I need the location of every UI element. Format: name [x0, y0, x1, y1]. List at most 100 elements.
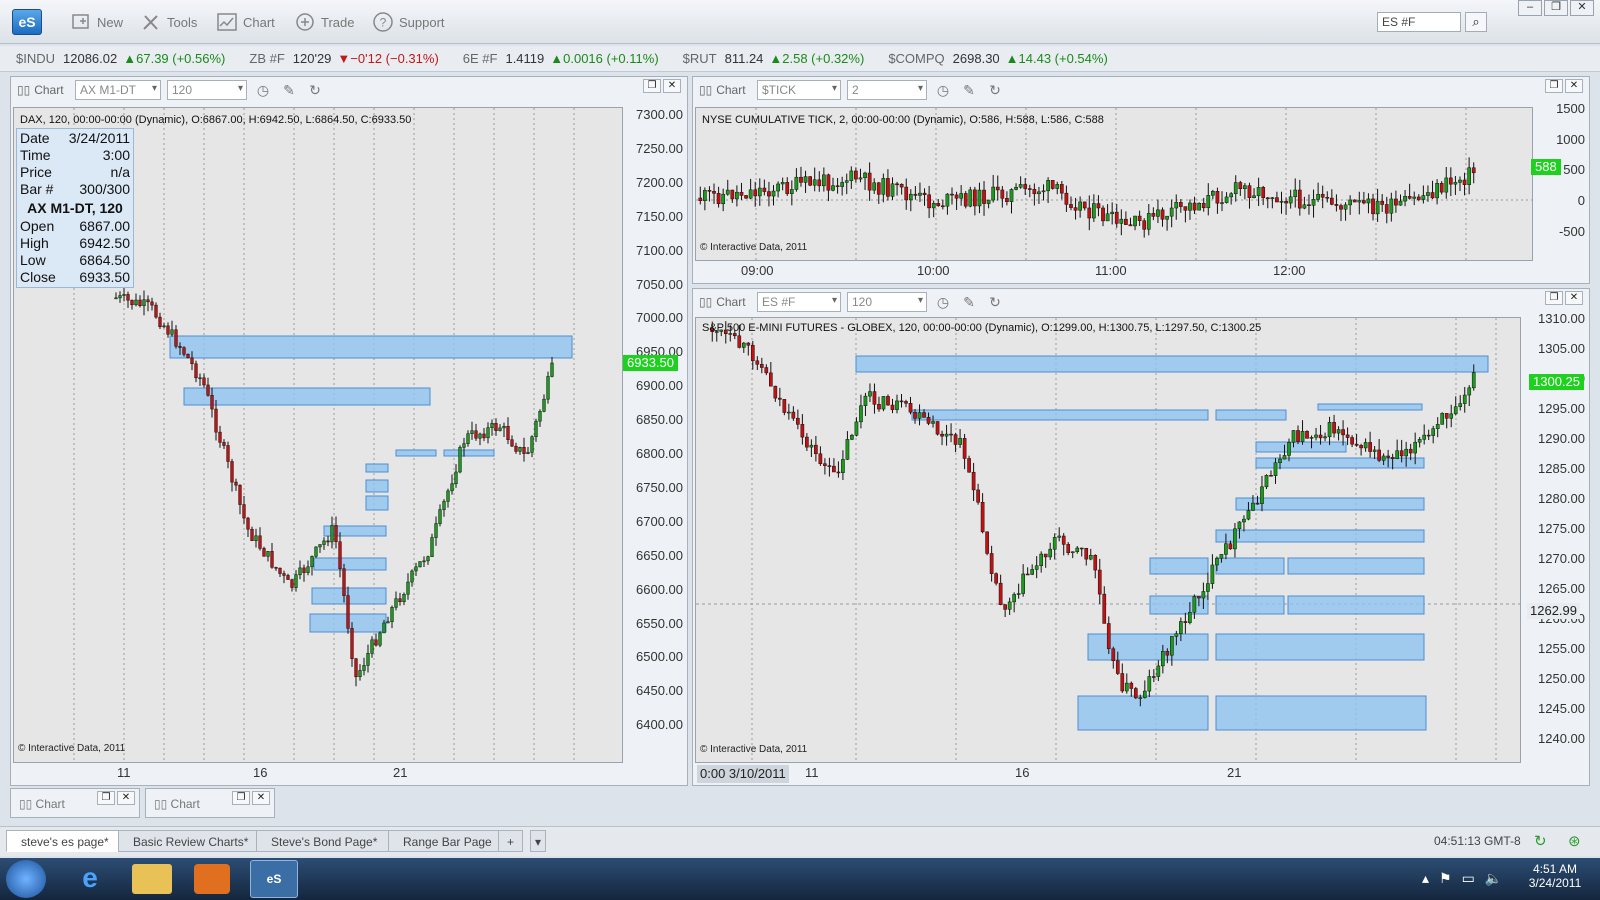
candle	[1133, 215, 1137, 231]
help-icon[interactable]: ⊛	[1568, 832, 1581, 850]
search-icon[interactable]: ⌕	[1465, 12, 1487, 32]
supply-demand-zone	[855, 355, 1489, 373]
close-icon[interactable]: ✕	[1565, 79, 1583, 93]
minimize-icon[interactable]: –	[1518, 0, 1542, 16]
x-tick-label: 16	[253, 765, 268, 780]
interval-combo[interactable]: 120	[167, 80, 247, 100]
ticker-item[interactable]: $INDU 12086.02 ▲67.39 (+0.56%)	[16, 51, 225, 66]
candle	[796, 409, 800, 430]
restore-icon[interactable]: ❐	[232, 791, 250, 805]
taskbar-clock[interactable]: 4:51 AM 3/24/2011	[1520, 862, 1590, 890]
candle	[514, 442, 518, 454]
close-icon[interactable]: ✕	[663, 79, 681, 93]
app-logo[interactable]: eS	[12, 9, 42, 35]
tab-basic-review-charts[interactable]: Basic Review Charts*	[118, 830, 264, 852]
candle	[1206, 183, 1211, 216]
restore-icon[interactable]: ❐	[643, 79, 661, 93]
chart-button[interactable]: Chart	[216, 11, 275, 33]
tools-button[interactable]: Tools	[140, 11, 197, 33]
close-icon[interactable]: ✕	[1570, 0, 1594, 16]
y-axis[interactable]: 7300.00 7250.00 7200.00 7150.00 7100.00 7050.…	[623, 107, 687, 763]
tray-icons[interactable]: ▴⚑▭🔈	[1422, 870, 1512, 887]
restore-icon[interactable]: ❐	[1545, 291, 1563, 305]
symbol-select[interactable]: ES #F	[1377, 12, 1461, 32]
tab-menu-chevron-icon[interactable]: ▾	[530, 830, 547, 852]
pencil-icon[interactable]: ✎	[279, 80, 299, 100]
close-icon[interactable]: ✕	[252, 791, 270, 805]
x-axis[interactable]: 11 16 21	[695, 765, 1521, 783]
interval-combo[interactable]: 2	[847, 80, 927, 100]
candle	[1119, 209, 1124, 236]
tab-steves-bond-page[interactable]: Steve's Bond Page*	[256, 830, 393, 852]
refresh-icon[interactable]: ↻	[985, 80, 1005, 100]
ticker-item[interactable]: 6E #F 1.4119 ▲0.0016 (+0.11%)	[463, 51, 659, 66]
candle	[1242, 515, 1246, 532]
candle	[1426, 429, 1431, 441]
add-tab-button[interactable]: +	[498, 830, 524, 852]
refresh-icon[interactable]: ↻	[305, 80, 325, 100]
x-axis[interactable]: 09:00 10:00 11:00 12:00	[695, 263, 1533, 281]
start-button-icon[interactable]	[6, 860, 46, 898]
candle	[1055, 181, 1060, 195]
candle	[1251, 495, 1255, 512]
es-plot-area[interactable]: S&P 500 E-MINI FUTURES - GLOBEX, 120, 00…	[695, 317, 1521, 763]
candle	[712, 183, 716, 204]
ticker-item[interactable]: $COMPQ 2698.30 ▲14.43 (+0.54%)	[888, 51, 1107, 66]
refresh-icon[interactable]: ↻	[985, 292, 1005, 312]
restore-icon[interactable]: ❐	[1545, 79, 1563, 93]
candle	[186, 353, 190, 359]
y-tick-label: 1250.00	[1538, 671, 1585, 686]
symbol-combo[interactable]: $TICK	[757, 80, 841, 100]
candle	[1316, 182, 1320, 203]
media-player-icon[interactable]	[194, 864, 230, 894]
minimized-chart-2[interactable]: ▯▯ Chart ❐ ✕	[145, 788, 275, 818]
ticker-item[interactable]: ZB #F 120'29 ▼−0'12 (−0.31%)	[249, 51, 438, 66]
candle	[741, 342, 746, 353]
support-button[interactable]: ? Support	[372, 11, 445, 33]
restore-icon[interactable]: ❐	[97, 791, 115, 805]
candle	[302, 564, 306, 582]
x-axis[interactable]: 11 16 21	[13, 765, 623, 783]
candle	[1366, 193, 1371, 214]
tab-range-bar-page[interactable]: Range Bar Page	[388, 830, 507, 852]
candle	[863, 171, 867, 191]
internet-explorer-icon[interactable]: e	[68, 862, 112, 896]
candle	[944, 424, 949, 446]
symbol-combo[interactable]: AX M1-DT	[75, 80, 161, 100]
candle	[739, 182, 744, 201]
y-tick-label: 7200.00	[636, 174, 683, 190]
es-chart-panel: ▯▯Chart ES #F 120 ◷ ✎ ↻ ❐✕ S&P 500 E-MIN…	[692, 288, 1590, 786]
tick-candles	[696, 108, 1532, 260]
x-tick-label: 11	[805, 765, 819, 780]
y-tick-label: 6500.00	[636, 649, 683, 665]
close-icon[interactable]: ✕	[117, 791, 135, 805]
symbol-combo[interactable]: ES #F	[757, 292, 841, 312]
candle	[430, 533, 434, 557]
connection-status-icon[interactable]: ↻	[1534, 832, 1547, 850]
clock-icon[interactable]: ◷	[253, 80, 273, 100]
y-axis[interactable]: 1500 1000 500 0 -500	[1533, 101, 1589, 261]
interval-combo[interactable]: 120	[847, 292, 927, 312]
pencil-icon[interactable]: ✎	[959, 292, 979, 312]
tab-steves-es-page[interactable]: steve's es page*	[6, 830, 124, 852]
candle	[1021, 564, 1025, 597]
clock-icon[interactable]: ◷	[933, 80, 953, 100]
candle	[1332, 414, 1336, 438]
close-icon[interactable]: ✕	[1565, 291, 1583, 305]
tick-plot-area[interactable]: NYSE CUMULATIVE TICK, 2, 00:00-00:00 (Dy…	[695, 107, 1533, 261]
restore-icon[interactable]: ❐	[1544, 0, 1568, 16]
trade-button[interactable]: Trade	[294, 11, 354, 33]
candle	[881, 396, 886, 412]
ticker-price: 811.24	[724, 51, 764, 66]
ticker-item[interactable]: $RUT 811.24 ▲2.58 (+0.32%)	[683, 51, 865, 66]
candle	[764, 364, 769, 376]
folder-icon[interactable]	[132, 864, 172, 894]
minimized-chart-1[interactable]: ▯▯ Chart ❐ ✕	[10, 788, 140, 818]
pencil-icon[interactable]: ✎	[959, 80, 979, 100]
new-button[interactable]: New	[70, 11, 123, 33]
candle	[854, 167, 858, 183]
clock-icon[interactable]: ◷	[933, 292, 953, 312]
y-tick-label: 6550.00	[636, 615, 683, 631]
candle	[1269, 470, 1273, 477]
esignal-taskbar-icon[interactable]: eS	[250, 860, 298, 898]
